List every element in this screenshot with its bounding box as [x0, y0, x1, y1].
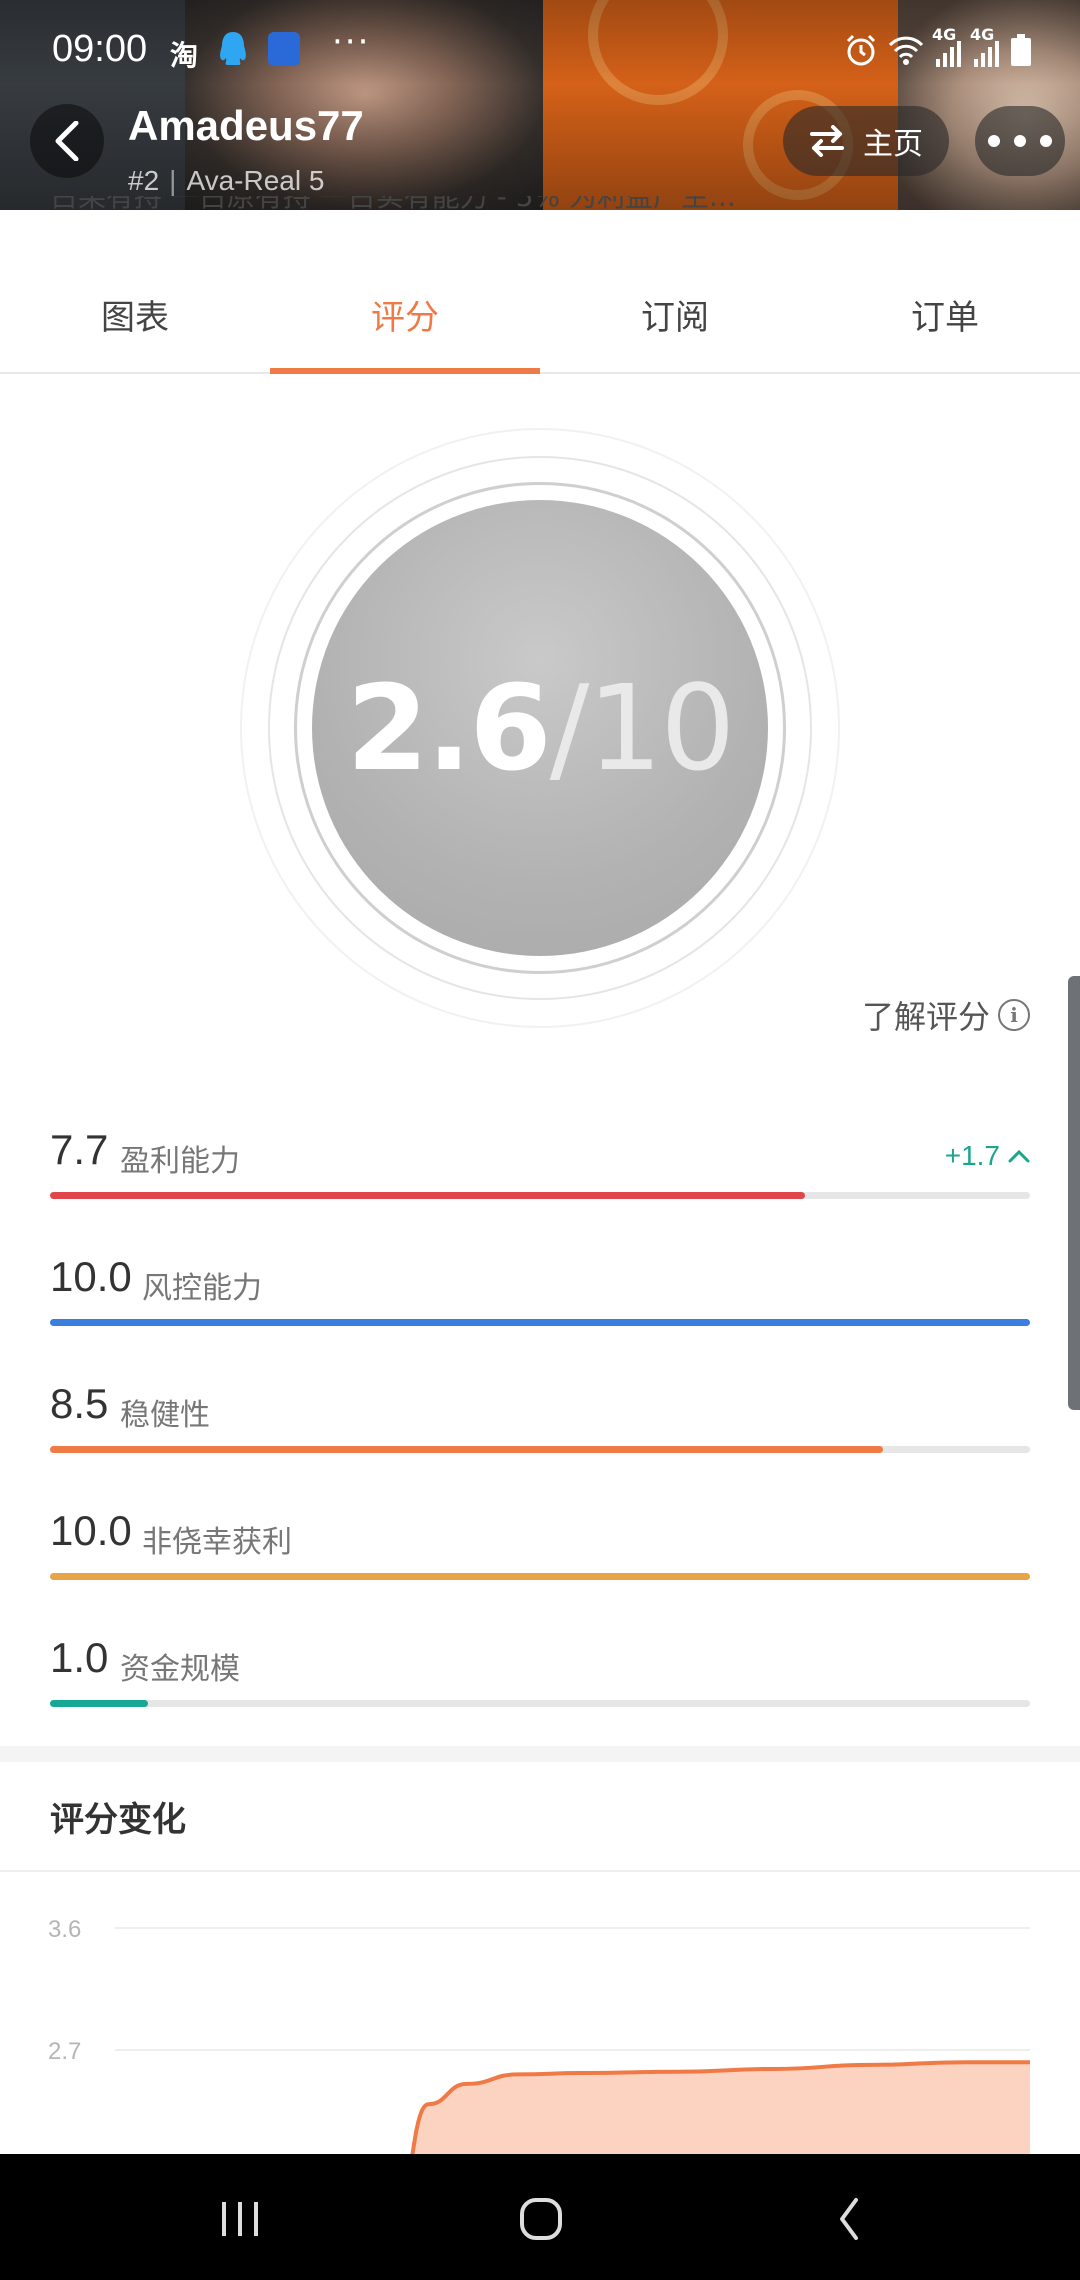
metric-bar	[50, 1700, 1030, 1707]
metric-risk-control: 10.0 风控能力	[50, 1253, 1030, 1353]
y-tick-label: 3.6	[48, 1916, 81, 1943]
score-history-chart: 3.6 2.7	[0, 1880, 1080, 2154]
metric-bar-fill	[50, 1446, 883, 1453]
trader-subtitle: #2 | Ava-Real 5	[128, 165, 324, 197]
section-rule	[0, 1870, 1080, 1872]
metric-value: 7.7	[50, 1126, 109, 1173]
score-value: 2.6	[346, 659, 552, 797]
learn-score-link[interactable]: 了解评分 i	[862, 992, 1030, 1038]
home-nav-icon[interactable]	[518, 2184, 564, 2244]
system-nav-bar	[0, 2154, 1080, 2280]
metric-bar-fill	[50, 1573, 1030, 1580]
score-max: /10	[549, 659, 736, 797]
y-tick-label: 2.7	[48, 2038, 81, 2065]
score-history-title: 评分变化	[50, 1800, 186, 1840]
metric-profitability: 7.7 盈利能力 +1.7	[50, 1126, 1030, 1226]
tab-chart[interactable]: 图表	[0, 258, 270, 372]
back-button[interactable]	[30, 104, 104, 178]
trader-name: Amadeus77	[128, 102, 364, 149]
more-notifications-icon: ···	[332, 22, 371, 62]
metric-value: 10.0	[50, 1507, 132, 1554]
metric-label: 稳健性	[120, 1398, 210, 1433]
edge-panel-handle[interactable]	[1068, 976, 1080, 1410]
section-divider	[0, 1746, 1080, 1762]
wifi-icon	[888, 36, 924, 65]
tab-score[interactable]: 评分	[270, 258, 540, 374]
status-time: 09:00	[52, 28, 148, 70]
more-dot-icon	[1014, 135, 1026, 147]
chevron-left-icon	[55, 121, 79, 161]
signal-2-icon: 4G	[970, 27, 1002, 67]
info-icon: i	[998, 999, 1030, 1031]
taobao-icon: 淘	[170, 39, 199, 72]
status-bar: 09:00 淘 ··· 4G 4G	[0, 0, 1080, 100]
home-label: 主页	[863, 127, 923, 162]
swap-icon	[810, 125, 844, 157]
metric-bar	[50, 1319, 1030, 1326]
more-dot-icon	[1040, 135, 1052, 147]
metric-capital-size: 1.0 资金规模	[50, 1634, 1030, 1734]
subtitle-separator: |	[169, 165, 177, 196]
overall-score: 2.6/10	[240, 428, 840, 1028]
metric-bar-fill	[50, 1700, 148, 1707]
location-app-icon	[268, 32, 300, 66]
overall-score-badge: 2.6/10	[240, 428, 840, 1028]
metric-label: 资金规模	[120, 1652, 240, 1687]
metric-label: 非侥幸获利	[142, 1525, 292, 1560]
metric-bar	[50, 1573, 1030, 1580]
battery-icon	[1011, 34, 1031, 66]
metric-bar-fill	[50, 1319, 1030, 1326]
metric-bar	[50, 1446, 1030, 1453]
more-dot-icon	[988, 135, 1000, 147]
trader-account: Ava-Real 5	[186, 165, 325, 196]
metric-change: +1.7	[945, 1140, 1030, 1172]
metric-value: 10.0	[50, 1253, 132, 1300]
tab-bar: 图表 评分 订阅 订单	[0, 258, 1080, 374]
learn-score-label: 了解评分	[861, 998, 990, 1036]
back-nav-icon[interactable]	[826, 2184, 872, 2244]
metric-bar	[50, 1192, 1030, 1199]
metric-value: 8.5	[50, 1380, 109, 1427]
signal-1-icon: 4G	[932, 27, 964, 67]
tab-orders[interactable]: 订单	[810, 258, 1080, 372]
metric-stability: 8.5 稳健性	[50, 1380, 1030, 1480]
metric-label: 盈利能力	[120, 1144, 240, 1179]
metric-bar-fill	[50, 1192, 805, 1199]
recent-apps-icon[interactable]	[218, 2184, 264, 2244]
switch-home-button[interactable]: 主页	[783, 106, 949, 176]
profile-header: 09:00 淘 ··· 4G 4G Amadeus77 #2 | Ava-Rea…	[0, 0, 1080, 210]
chevron-up-icon	[1008, 1149, 1030, 1163]
score-area	[390, 2062, 1030, 2154]
metric-label: 风控能力	[142, 1271, 262, 1306]
trader-rank: #2	[128, 165, 160, 196]
alarm-icon	[846, 34, 876, 66]
qq-icon	[218, 30, 248, 68]
metric-non-luck-profit: 10.0 非侥幸获利	[50, 1507, 1030, 1607]
metric-value: 1.0	[50, 1634, 109, 1681]
tab-subscribe[interactable]: 订阅	[540, 258, 810, 372]
clipped-description: 占某有持 一占原有持 一占实有能力 - 5% 为利益产生...	[50, 196, 736, 210]
more-options-button[interactable]	[975, 106, 1065, 176]
score-history-svg: 3.6 2.7	[48, 1916, 1030, 2154]
metric-delta: +1.7	[944, 1140, 1000, 1171]
